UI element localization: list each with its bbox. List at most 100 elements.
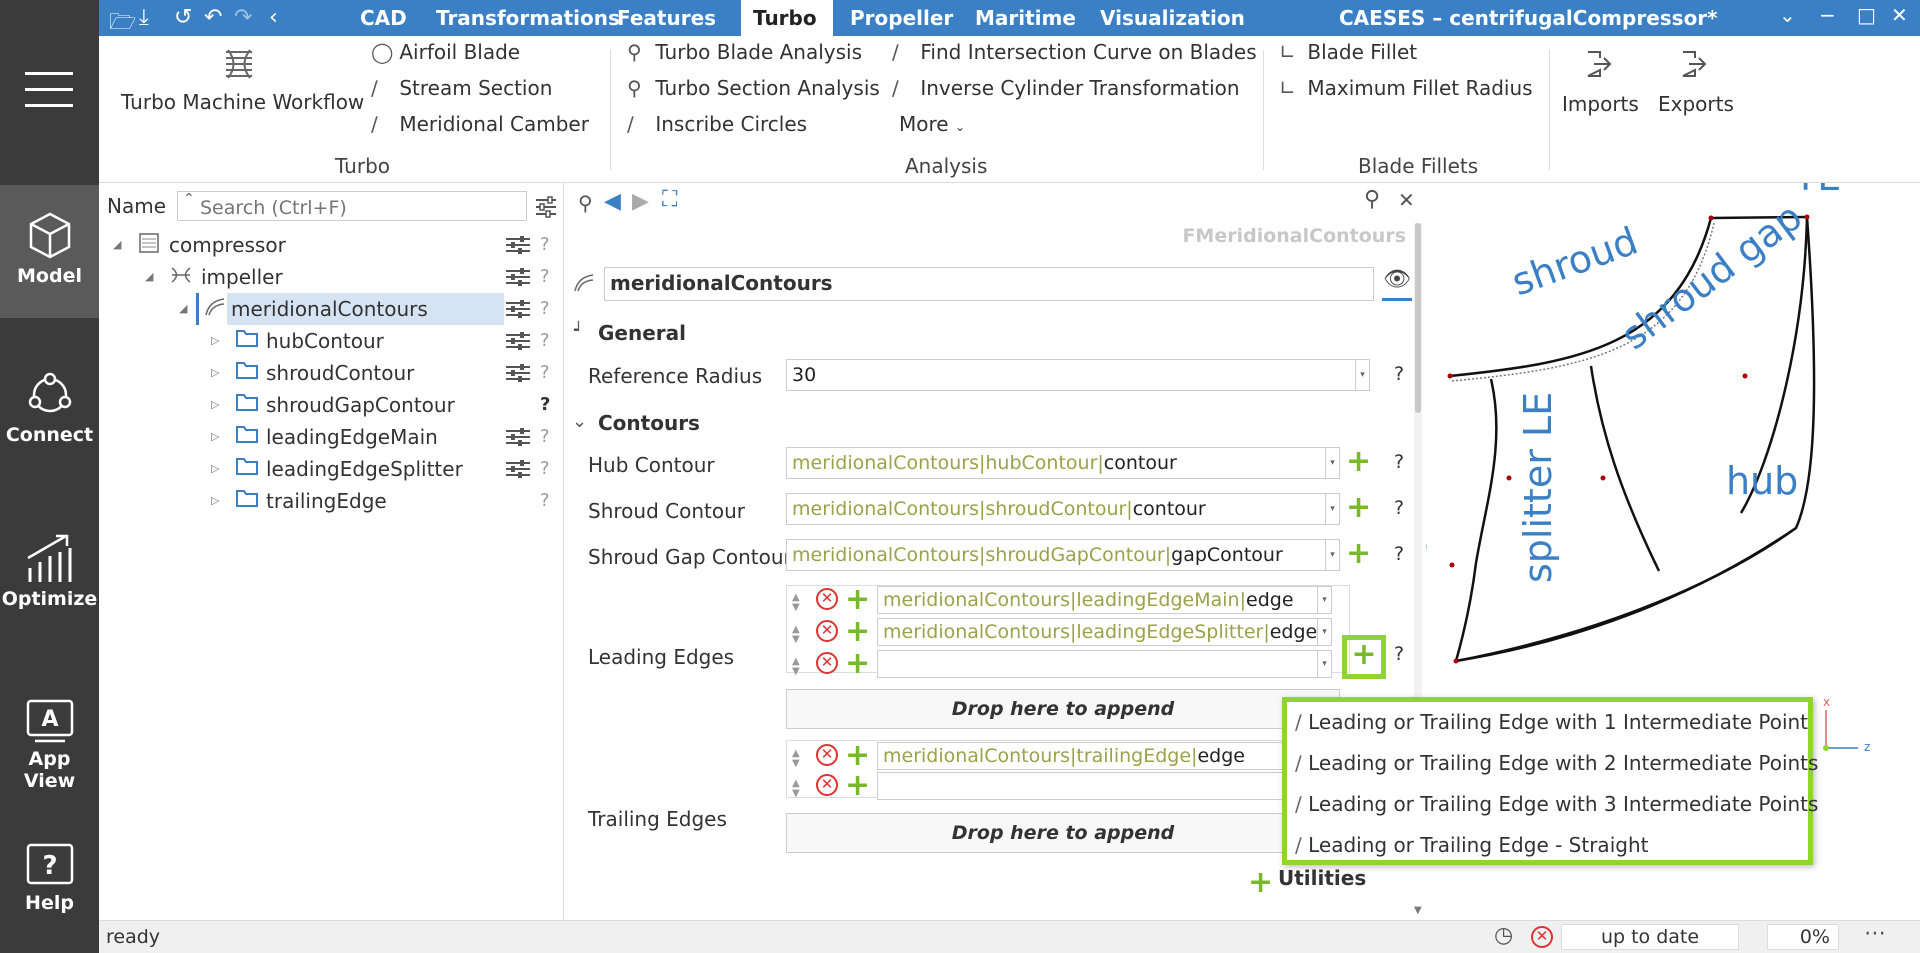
chevron-down-icon[interactable]: ⌄: [572, 411, 587, 432]
add-leading-edge-button[interactable]: +: [1342, 635, 1386, 679]
minimize-icon[interactable]: −: [1819, 3, 1836, 27]
remove-icon[interactable]: ✕: [816, 588, 838, 610]
tab-features[interactable]: Features: [605, 0, 728, 36]
help-question-icon[interactable]: ?: [540, 389, 550, 421]
sliders-icon[interactable]: [505, 267, 531, 287]
tab-maritime[interactable]: Maritime: [963, 0, 1088, 36]
menu-icon[interactable]: [25, 72, 73, 108]
more-button[interactable]: More ⌄: [899, 112, 965, 136]
dropdown-arrow-icon[interactable]: ▾: [1355, 360, 1369, 390]
tree-row-trailing-edge[interactable]: ▷ trailingEdge ?: [99, 485, 564, 517]
nav-forward-icon[interactable]: ▶: [632, 189, 649, 214]
tree-row-compressor[interactable]: ◢ compressor ?: [99, 229, 564, 261]
help-question-icon[interactable]: ?: [1394, 543, 1404, 565]
section-contours[interactable]: Contours: [598, 411, 700, 435]
dropdown-arrow-icon[interactable]: ▾: [1325, 494, 1339, 524]
leading-edges-drop-zone[interactable]: Drop here to append: [786, 689, 1340, 729]
sliders-icon[interactable]: [505, 235, 531, 255]
sliders-icon[interactable]: [505, 331, 531, 351]
dropdown-arrow-icon[interactable]: ▾: [1317, 587, 1331, 613]
help-question-icon[interactable]: ?: [1394, 643, 1404, 665]
max-fillet-radius-button[interactable]: ∟ Maximum Fillet Radius: [1279, 76, 1533, 100]
dropdown-arrow-icon[interactable]: ▾: [1317, 651, 1331, 677]
tree-row-shroud-contour[interactable]: ▷ shroudContour ?: [99, 357, 564, 389]
insert-icon[interactable]: +: [845, 741, 870, 771]
insert-icon[interactable]: +: [845, 649, 870, 679]
tab-transformations[interactable]: Transformations: [424, 0, 632, 36]
expand-arrow-icon[interactable]: ▷: [211, 485, 219, 517]
collapse-arrow-icon[interactable]: ◢: [179, 293, 187, 325]
expand-arrow-icon[interactable]: ▷: [211, 389, 219, 421]
remove-icon[interactable]: ✕: [816, 744, 838, 766]
save-icon[interactable]: ⤓: [139, 5, 149, 30]
add-icon[interactable]: +: [1346, 539, 1371, 569]
menu-item-straight[interactable]: ∕ Leading or Trailing Edge - Straight: [1295, 833, 1648, 857]
exports-button[interactable]: Exports: [1658, 92, 1734, 116]
error-icon[interactable]: ✕: [1531, 926, 1553, 948]
inverse-cylinder-button[interactable]: ∕ Inverse Cylinder Transformation: [892, 76, 1240, 100]
drag-handle-icon[interactable]: ▲ ▼: [792, 657, 800, 677]
tab-propeller[interactable]: Propeller: [838, 0, 965, 36]
search-icon[interactable]: ⚲: [1364, 187, 1380, 212]
tree-row-hub-contour[interactable]: ▷ hubContour ?: [99, 325, 564, 357]
menu-item-3-intermediate[interactable]: ∕ Leading or Trailing Edge with 3 Interm…: [1295, 792, 1818, 816]
add-icon[interactable]: +: [1248, 868, 1273, 898]
insert-icon[interactable]: +: [845, 585, 870, 615]
expand-arrow-icon[interactable]: ▷: [211, 325, 219, 357]
leading-edge-empty-input[interactable]: ▾: [877, 650, 1332, 678]
dropdown-arrow-icon[interactable]: ▾: [1325, 448, 1339, 478]
tree-row-shroud-gap-contour[interactable]: ▷ shroudGapContour ?: [99, 389, 564, 421]
tree-row-meridional-contours[interactable]: ◢ meridionalContours ?: [99, 293, 564, 325]
close-icon[interactable]: ✕: [1398, 188, 1415, 212]
insert-icon[interactable]: +: [845, 771, 870, 801]
shroud-gap-contour-input[interactable]: meridionalContours|shroudGapContour|gapC…: [786, 539, 1340, 571]
pin-icon[interactable]: ⚲: [578, 191, 593, 215]
sliders-icon[interactable]: [505, 459, 531, 479]
tab-cad[interactable]: CAD: [348, 0, 419, 36]
trailing-edge-empty-input[interactable]: [877, 772, 1332, 800]
dropdown-arrow-icon[interactable]: ▾: [1317, 619, 1331, 645]
nav-back-icon[interactable]: ◀: [604, 189, 621, 214]
scroll-down-icon[interactable]: ▼: [1414, 905, 1422, 916]
help-question-icon[interactable]: ?: [540, 421, 550, 453]
help-question-icon[interactable]: ?: [540, 453, 550, 485]
collapse-arrow-icon[interactable]: ◢: [145, 261, 153, 293]
help-question-icon[interactable]: ?: [540, 229, 550, 261]
maximize-icon[interactable]: □: [1857, 3, 1876, 27]
menu-item-2-intermediate[interactable]: ∕ Leading or Trailing Edge with 2 Interm…: [1295, 751, 1818, 775]
collapse-general-icon[interactable]: ┙: [574, 321, 583, 339]
turbo-blade-analysis-button[interactable]: ⚲ Turbo Blade Analysis: [627, 40, 862, 64]
leading-edge-main-input[interactable]: meridionalContours|leadingEdgeMain|edge …: [877, 586, 1332, 614]
remove-icon[interactable]: ✕: [816, 620, 838, 642]
sliders-icon[interactable]: [505, 427, 531, 447]
tree-search-input[interactable]: [177, 191, 527, 221]
nav-help[interactable]: ? Help: [0, 842, 99, 914]
expand-arrow-icon[interactable]: ▷: [211, 421, 219, 453]
collapse-icon[interactable]: ⌄: [1779, 3, 1796, 27]
reference-radius-input[interactable]: 30 ▾: [786, 359, 1370, 391]
filter-settings-icon[interactable]: [534, 195, 558, 219]
remove-icon[interactable]: ✕: [816, 774, 838, 796]
help-question-icon[interactable]: ?: [540, 357, 550, 389]
tree-row-leading-edge-splitter[interactable]: ▷ leadingEdgeSplitter ?: [99, 453, 564, 485]
stream-section-button[interactable]: ∕ Stream Section: [371, 76, 552, 100]
expand-arrow-icon[interactable]: ▷: [211, 357, 219, 389]
tree-row-impeller[interactable]: ◢ impeller ?: [99, 261, 564, 293]
turbo-section-analysis-button[interactable]: ⚲ Turbo Section Analysis: [627, 76, 880, 100]
hub-contour-input[interactable]: meridionalContours|hubContour|contour ▾: [786, 447, 1340, 479]
history-clock-icon[interactable]: ◷: [1494, 923, 1513, 948]
remove-icon[interactable]: ✕: [816, 652, 838, 674]
back-icon[interactable]: ‹: [269, 5, 278, 30]
nav-connect[interactable]: Connect: [0, 370, 99, 446]
help-question-icon[interactable]: ?: [1394, 363, 1404, 385]
sliders-icon[interactable]: [505, 299, 531, 319]
expand-arrow-icon[interactable]: ▷: [211, 453, 219, 485]
redo-icon[interactable]: ↷: [234, 5, 252, 30]
tab-visualization[interactable]: Visualization: [1088, 0, 1257, 36]
find-intersection-button[interactable]: ∕ Find Intersection Curve on Blades: [892, 40, 1257, 64]
history-icon[interactable]: ↺: [174, 5, 192, 30]
imports-button[interactable]: Imports: [1562, 92, 1639, 116]
insert-icon[interactable]: +: [845, 617, 870, 647]
add-icon[interactable]: +: [1346, 493, 1371, 523]
turbo-machine-workflow-button[interactable]: Turbo Machine Workflow: [121, 90, 364, 114]
